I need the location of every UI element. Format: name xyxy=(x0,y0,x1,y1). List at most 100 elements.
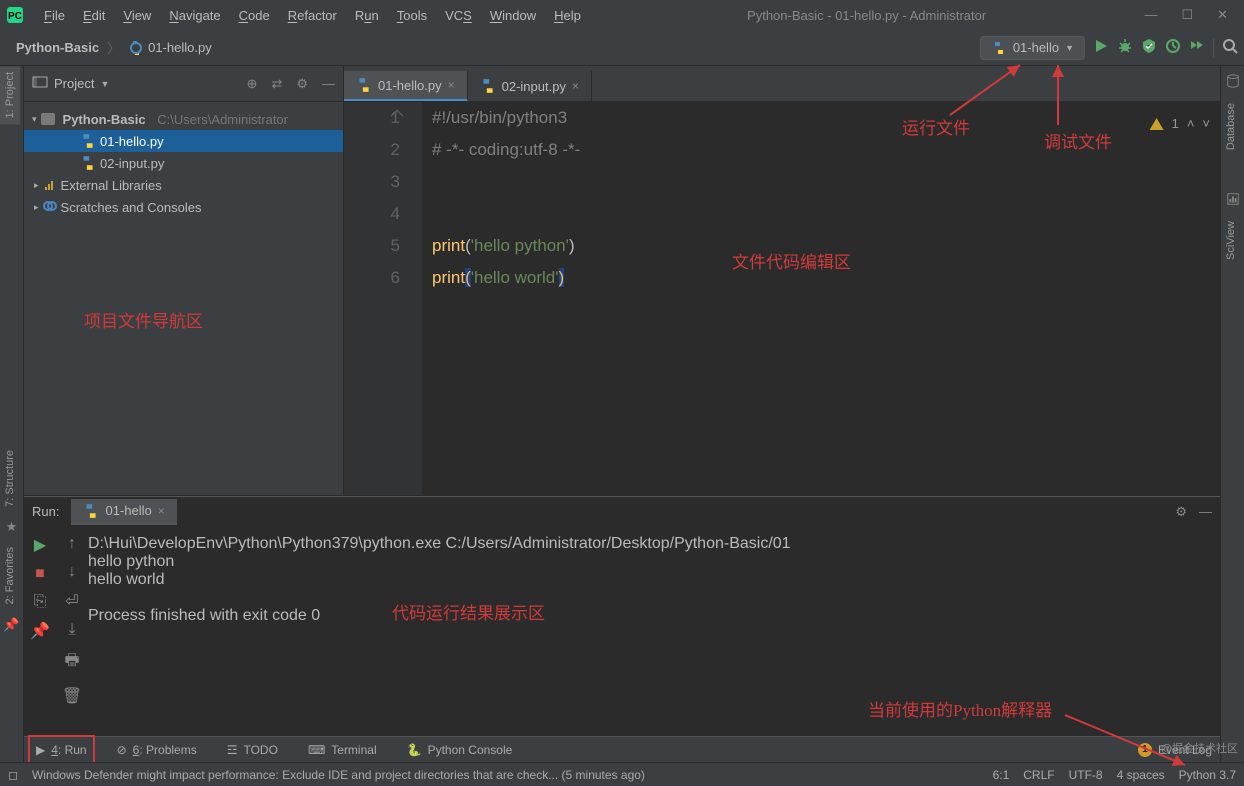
status-bar: ◻ Windows Defender might impact performa… xyxy=(0,762,1244,786)
menu-code[interactable]: Code xyxy=(231,4,278,27)
profiler-button[interactable] xyxy=(1165,38,1181,57)
close-tab-icon[interactable]: × xyxy=(158,504,165,518)
settings-gear-icon[interactable]: ⚙ xyxy=(296,76,308,92)
tree-external-libs[interactable]: ▸ External Libraries xyxy=(24,174,343,196)
search-everywhere-button[interactable] xyxy=(1222,38,1238,57)
down-button[interactable]: ↓ xyxy=(68,563,76,581)
run-panel-label: Run: xyxy=(32,504,59,519)
menu-tools[interactable]: Tools xyxy=(389,4,435,27)
bottom-tab-problems[interactable]: ⊘6: Problems xyxy=(111,737,203,762)
coverage-button[interactable] xyxy=(1141,38,1157,57)
close-tab-icon[interactable]: × xyxy=(572,79,579,93)
code-editor[interactable]: 123456 1 ˄ ˅ #!/usr/bin/python3 # -*- co… xyxy=(344,102,1220,495)
soft-wrap-button[interactable]: ⏎ xyxy=(65,591,78,611)
expand-button[interactable]: ⇄ xyxy=(271,76,282,92)
tree-root[interactable]: ▾ Python-Basic C:\Users\Administrator xyxy=(24,108,343,130)
pin-button[interactable]: 📌 xyxy=(30,621,50,641)
project-view-icon xyxy=(32,74,48,93)
hide-panel-button[interactable]: — xyxy=(322,76,335,92)
tree-file[interactable]: 01-hello.py xyxy=(24,130,343,152)
project-header[interactable]: Project ▼ xyxy=(32,74,109,93)
menu-help[interactable]: Help xyxy=(546,4,589,27)
tree-scratches[interactable]: ▸ Scratches and Consoles xyxy=(24,196,343,218)
run-config-selector[interactable]: 01-hello ▼ xyxy=(980,36,1085,60)
python-icon xyxy=(83,503,99,519)
python-file-icon xyxy=(80,155,96,171)
scroll-end-button[interactable]: ⤓ xyxy=(68,621,75,639)
stop-button[interactable]: ■ xyxy=(35,565,45,583)
star-icon[interactable]: ★ xyxy=(0,513,23,541)
tool-structure[interactable]: 7: Structure xyxy=(0,444,20,513)
tool-sciview[interactable]: SciView xyxy=(1221,215,1241,266)
rerun-button[interactable]: ▶ xyxy=(34,535,46,555)
breadcrumb-root[interactable]: Python-Basic xyxy=(16,40,99,55)
menu-navigate[interactable]: Navigate xyxy=(161,4,228,27)
pin-icon[interactable]: 📌 xyxy=(0,611,23,639)
left-tool-stripe: 1: Project 7: Structure ★ 2: Favorites 📌 xyxy=(0,66,24,762)
menu-vcs[interactable]: VCS xyxy=(437,4,480,27)
menu-run[interactable]: Run xyxy=(347,4,387,27)
tool-database[interactable]: Database xyxy=(1221,97,1241,156)
project-panel: Project ▼ ⊕ ⇄ ⚙ — ▾ Python-Basic C:\User… xyxy=(24,66,344,495)
hide-run-panel-button[interactable]: — xyxy=(1199,504,1212,520)
terminal-icon: ⌨ xyxy=(308,743,325,757)
breadcrumb: Python-Basic 〉 01-hello.py xyxy=(6,38,212,57)
svg-text:PC: PC xyxy=(8,11,22,22)
right-tool-stripe: Database SciView xyxy=(1220,66,1244,762)
debug-button[interactable] xyxy=(1117,38,1133,57)
run-settings-icon[interactable]: ⚙ xyxy=(1175,504,1187,520)
project-tree: ▾ Python-Basic C:\Users\Administrator 01… xyxy=(24,102,343,224)
status-icon[interactable]: ◻ xyxy=(8,768,18,782)
run-tab[interactable]: 01-hello × xyxy=(71,499,176,525)
status-indent[interactable]: 4 spaces xyxy=(1117,768,1165,782)
database-icon[interactable] xyxy=(1221,68,1244,97)
bottom-tab-todo[interactable]: ☲TODO xyxy=(221,737,284,762)
chevron-right-icon: ▸ xyxy=(34,202,39,213)
editor-tab[interactable]: 01-hello.py × xyxy=(344,71,468,101)
chevron-right-icon: ▸ xyxy=(34,180,39,191)
close-tab-icon[interactable]: × xyxy=(448,78,455,92)
scratches-icon xyxy=(43,199,57,216)
status-encoding[interactable]: UTF-8 xyxy=(1069,768,1103,782)
python-file-icon xyxy=(356,77,372,93)
editor-area: 01-hello.py × 02-input.py × 123456 1 xyxy=(344,66,1220,495)
bottom-tab-pyconsole[interactable]: 🐍Python Console xyxy=(401,737,519,762)
print-button[interactable]: 🖶 xyxy=(64,649,79,676)
tool-favorites[interactable]: 2: Favorites xyxy=(0,541,20,610)
chevron-down-icon: ▼ xyxy=(100,79,109,89)
menu-file[interactable]: FFileile xyxy=(36,4,73,27)
status-interpreter[interactable]: Python 3.7 xyxy=(1179,768,1236,782)
maximize-button[interactable]: ☐ xyxy=(1181,7,1193,23)
tool-project[interactable]: 1: Project xyxy=(0,66,20,124)
bottom-tab-run[interactable]: ▶4: Run xyxy=(30,737,93,762)
watermark: @掘金技术社区 xyxy=(1161,740,1238,756)
minimize-button[interactable]: — xyxy=(1144,7,1157,23)
trash-button[interactable]: 🗑 xyxy=(62,686,82,706)
library-icon xyxy=(43,177,57,194)
menu-refactor[interactable]: Refactor xyxy=(280,4,345,27)
run-button[interactable] xyxy=(1093,38,1109,57)
breadcrumb-file[interactable]: 01-hello.py xyxy=(128,40,212,56)
status-message[interactable]: Windows Defender might impact performanc… xyxy=(32,768,645,782)
layout-button[interactable]: ⎘ xyxy=(34,593,47,611)
folder-icon xyxy=(41,113,55,125)
prev-highlight-button[interactable]: ˄ xyxy=(1187,108,1195,140)
editor-tab[interactable]: 02-input.py × xyxy=(468,71,592,101)
python-file-icon xyxy=(128,40,144,56)
status-position[interactable]: 6:1 xyxy=(993,768,1010,782)
menu-edit[interactable]: Edit xyxy=(75,4,113,27)
run-output[interactable]: D:\Hui\DevelopEnv\Python\Python379\pytho… xyxy=(88,527,1220,736)
locate-button[interactable]: ⊕ xyxy=(247,76,258,92)
menu-view[interactable]: View xyxy=(115,4,159,27)
close-button[interactable]: ✕ xyxy=(1217,7,1228,23)
status-line-sep[interactable]: CRLF xyxy=(1023,768,1054,782)
run-anything-button[interactable] xyxy=(1189,38,1205,57)
editor-tabs: 01-hello.py × 02-input.py × xyxy=(344,66,1220,102)
next-highlight-button[interactable]: ˅ xyxy=(1202,108,1210,140)
tree-file[interactable]: 02-input.py xyxy=(24,152,343,174)
sciview-icon[interactable] xyxy=(1221,186,1244,215)
menu-window[interactable]: Window xyxy=(482,4,544,27)
up-button[interactable]: ↑ xyxy=(68,535,76,553)
warning-icon[interactable] xyxy=(1150,118,1164,130)
bottom-tab-terminal[interactable]: ⌨Terminal xyxy=(302,737,383,762)
